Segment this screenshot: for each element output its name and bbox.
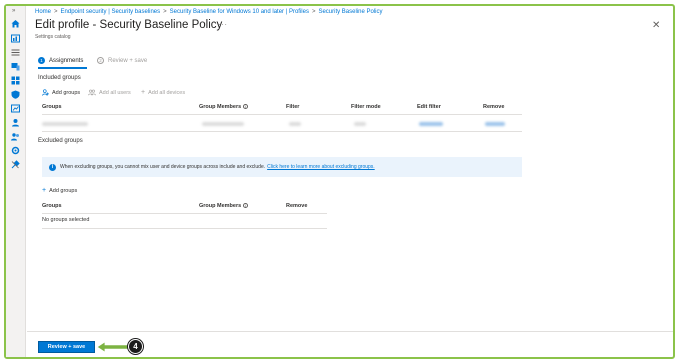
col-edit-filter: Edit filter [417,104,441,110]
users-icon [88,89,96,96]
col-group-members-label: Group Members [199,104,242,110]
add-all-devices-button[interactable]: + Add all devices [141,89,185,96]
table-row-divider [42,131,522,132]
chevron-right-icon[interactable]: » [12,8,15,14]
callout-arrow-icon [96,341,130,353]
redacted-group-members [202,122,244,126]
step-callout-badge: 4 [128,339,143,354]
devices-icon[interactable] [10,62,21,71]
page-subtitle: Settings catalog [35,34,71,40]
groups-icon[interactable] [10,132,21,141]
left-nav-sidebar: » [6,6,26,357]
add-groups-label: Add groups [52,89,81,96]
table-header-divider [42,213,327,214]
step-number-badge: 2 [97,57,104,64]
dashboard-icon[interactable] [10,34,21,43]
exclusion-info-banner: i When excluding groups, you cannot mix … [42,157,522,177]
info-icon: i [49,163,56,171]
close-icon[interactable]: ✕ [652,21,660,31]
breadcrumb-policy[interactable]: Security Baseline Policy [318,9,382,15]
tenant-admin-icon[interactable] [10,146,21,155]
active-step-indicator [38,67,87,69]
excluded-groups-heading: Excluded groups [38,138,83,144]
review-save-button[interactable]: Review + save [38,341,95,353]
footer-divider [27,331,673,332]
step-number-badge: 1 [38,57,45,64]
step-assignments[interactable]: 1 Assignments [38,57,83,64]
remove-link[interactable] [485,122,505,126]
page-title: Edit profile - Security Baseline Policy [35,19,223,31]
info-icon[interactable]: i [243,104,249,110]
apps-icon[interactable] [10,76,21,85]
person-add-icon [42,89,49,96]
step-review-save[interactable]: 2 Review + save [97,57,147,64]
reports-icon[interactable] [10,104,21,113]
app-window: » Home > Endpoint security | Security base… [4,4,675,359]
table-header-divider [42,114,522,115]
add-all-devices-label: Add all devices [148,89,186,96]
add-all-users-button[interactable]: Add all users [88,89,131,96]
col-groups: Groups [42,203,62,209]
col-remove: Remove [286,203,308,209]
info-text: When excluding groups, you cannot mix us… [60,164,266,170]
plus-icon: + [42,187,47,194]
col-group-members: Group Members i [199,104,249,110]
col-group-members: Group Members i [199,203,249,209]
col-filter: Filter [286,104,300,110]
more-options-icon[interactable]: ··· [218,20,228,29]
breadcrumb-profiles[interactable]: Security Baseline for Windows 10 and lat… [170,9,309,15]
redacted-group-name [42,122,88,126]
add-groups-button[interactable]: Add groups [42,89,80,96]
step-label: Assignments [49,57,84,64]
info-icon[interactable]: i [243,203,249,209]
add-all-users-label: Add all users [99,89,131,96]
all-services-icon[interactable] [10,48,21,57]
redacted-filter-mode [354,122,366,126]
table-row-divider [42,228,327,229]
col-group-members-label: Group Members [199,203,242,209]
troubleshooting-icon[interactable] [10,160,21,169]
col-groups: Groups [42,104,62,110]
redacted-filter [289,122,301,126]
users-icon[interactable] [10,118,21,127]
step-label: Review + save [108,57,148,64]
learn-more-link[interactable]: Click here to learn more about excluding… [267,164,375,170]
plus-icon: + [141,89,146,96]
add-groups-label: Add groups [49,187,78,194]
add-excluded-groups-button[interactable]: + Add groups [42,187,77,194]
col-filter-mode: Filter mode [351,104,381,110]
breadcrumb-security-baselines[interactable]: Endpoint security | Security baselines [61,9,161,15]
edit-filter-link[interactable] [419,122,443,126]
included-groups-heading: Included groups [38,75,81,81]
endpoint-security-icon[interactable] [10,90,21,99]
breadcrumb-home[interactable]: Home [35,9,51,15]
col-remove: Remove [483,104,505,110]
home-icon[interactable] [10,19,21,28]
empty-state-text: No groups selected [42,217,90,223]
breadcrumb: Home > Endpoint security | Security baseli… [35,9,383,15]
